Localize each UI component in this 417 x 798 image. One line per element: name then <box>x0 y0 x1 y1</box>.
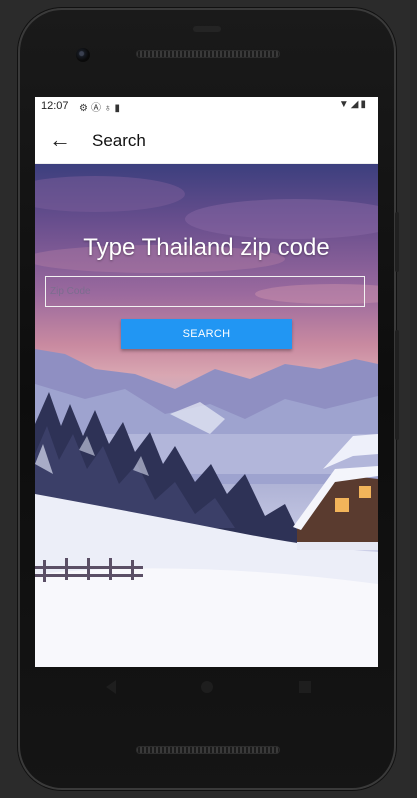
sd-card-icon: ▮ <box>114 103 123 114</box>
app-bar: ← Search <box>35 117 378 164</box>
power-button <box>395 330 399 440</box>
debug-icon: ♁ <box>103 103 115 114</box>
back-triangle-icon[interactable] <box>99 675 123 699</box>
vpn-icon: Ⓐ <box>90 103 104 114</box>
status-bar: 12:07 ⚙Ⓐ♁▮ ▼◢▮ <box>35 97 378 117</box>
system-nav-bar <box>35 667 378 707</box>
top-speaker-grille <box>136 50 280 58</box>
settings-icon: ⚙ <box>79 103 91 114</box>
recents-square-icon[interactable] <box>293 675 317 699</box>
search-button[interactable]: SEARCH <box>121 319 292 349</box>
battery-icon: ▮ <box>360 99 368 110</box>
earpiece <box>193 26 221 32</box>
device-screen: 12:07 ⚙Ⓐ♁▮ ▼◢▮ ← Search Type Thailand zi… <box>35 97 378 667</box>
status-time: 12:07 <box>41 100 69 112</box>
headline: Type Thailand zip code <box>83 234 330 261</box>
page-title: Search <box>92 131 146 150</box>
zip-code-input[interactable] <box>45 276 365 307</box>
search-content: Type Thailand zip code SEARCH <box>35 164 378 667</box>
bottom-speaker-grille <box>136 746 280 754</box>
front-camera <box>76 48 90 62</box>
home-circle-icon[interactable] <box>195 675 219 699</box>
wifi-icon: ▼ <box>338 99 351 110</box>
volume-button <box>395 212 399 272</box>
status-right-icons: ▼◢▮ <box>339 99 368 110</box>
status-left-icons: ⚙Ⓐ♁▮ <box>79 99 123 114</box>
arrow-left-icon: ← <box>49 127 71 152</box>
back-button[interactable]: ← <box>47 127 73 153</box>
